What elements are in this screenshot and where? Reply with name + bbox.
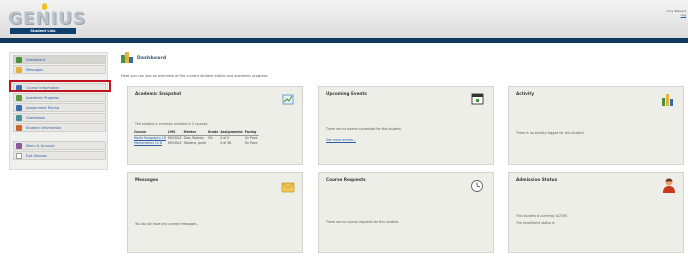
- dashboard-icon: [16, 56, 22, 63]
- page-title: Dashboard: [137, 56, 167, 61]
- nav-bar: [0, 38, 688, 43]
- activity-text: There is no activity logged for this stu…: [516, 131, 585, 135]
- sidebar-item-label: Exit Session: [26, 153, 48, 158]
- sidebar: Dashboard Messages Course Information Ac…: [9, 52, 108, 170]
- activity-panel: Activity There is no activity logged for…: [508, 86, 684, 165]
- grade-icon: [16, 114, 22, 121]
- snapshot-icon: [282, 94, 294, 105]
- admission-status-panel: Admission Status This student is current…: [508, 172, 684, 253]
- sidebar-item-label: Messages: [26, 67, 44, 72]
- bar-chart-icon: [662, 94, 673, 106]
- events-text: There are no events scheduled for this s…: [326, 127, 402, 131]
- courses-table: Course LMS Mentor Grade Assignments Paci…: [134, 130, 260, 145]
- app-logo[interactable]: GENIUS Student Link: [8, 3, 85, 35]
- app-header: GENIUS Student Link Cory Stewart Log: [0, 0, 688, 38]
- sidebar-item-menu-account[interactable]: Menu & Account: [13, 141, 106, 150]
- account-icon: [16, 142, 22, 149]
- user-box: Cory Stewart Log: [644, 9, 686, 17]
- sidebar-item-academic-progress[interactable]: Academic Progress: [13, 93, 106, 102]
- requests-text: There are no course requests for this st…: [326, 220, 400, 224]
- sidebar-item-assignment-pacing[interactable]: Assignment Pacing: [13, 103, 106, 112]
- messages-text: You do not have any unread messages.: [135, 222, 198, 226]
- admission-line-1: This student is currently ACTIVE.: [516, 214, 569, 218]
- course-requests-panel: Course Requests There are no course requ…: [318, 172, 494, 253]
- course-link[interactable]: Mathematics 10 B: [134, 140, 168, 145]
- sidebar-item-label: Dashboard: [26, 57, 45, 62]
- sidebar-item-dashboard[interactable]: Dashboard: [13, 55, 106, 64]
- course-link[interactable]: World Geography 1B: [134, 135, 168, 140]
- sidebar-item-student-information[interactable]: Student Information: [13, 123, 106, 132]
- sidebar-item-exit-session[interactable]: Exit Session: [13, 151, 106, 160]
- calendar-icon: [471, 93, 484, 105]
- panel-title: Activity: [516, 91, 535, 96]
- cell-pacing: On Pace: [244, 140, 258, 145]
- cell-assignments: 0 of 36: [220, 140, 232, 145]
- highlight-box: [9, 80, 111, 92]
- cell-lms: MOODLE: [168, 136, 182, 140]
- person-icon: [16, 124, 22, 131]
- person-icon: [663, 178, 675, 193]
- sidebar-item-label: Gradebook: [26, 115, 46, 120]
- sidebar-item-gradebook[interactable]: Gradebook: [13, 113, 106, 122]
- cell-pacing: On Pace: [244, 136, 258, 140]
- panel-title: Admission Status: [516, 177, 558, 182]
- clock-icon: [471, 180, 483, 192]
- sidebar-item-label: Assignment Pacing: [26, 105, 60, 110]
- exit-icon: [16, 152, 22, 159]
- cell-grade: [208, 140, 220, 145]
- sidebar-item-label: Student Information: [26, 125, 62, 130]
- envelope-icon: [16, 66, 22, 73]
- cell-lms: MOODLE: [168, 140, 182, 145]
- panel-title: Course Requests: [326, 177, 366, 182]
- logo-subtitle: Student Link: [10, 28, 76, 34]
- upcoming-events-panel: Upcoming Events There are no events sche…: [318, 86, 494, 165]
- chart-icon: [16, 94, 22, 101]
- clock-icon: [16, 104, 22, 111]
- page-intro: Here you can see an overview of the curr…: [121, 74, 269, 78]
- panel-title: Upcoming Events: [326, 91, 367, 96]
- academic-snapshot-panel: Academic Snapshot The student is current…: [127, 86, 303, 165]
- panel-title: Academic Snapshot: [135, 91, 182, 96]
- logout-link[interactable]: Log: [644, 13, 686, 17]
- logo-text: GENIUS: [8, 9, 87, 29]
- sidebar-item-label: Menu & Account: [26, 143, 55, 148]
- cell-mentor: Stevens, Janet: [183, 140, 206, 145]
- sidebar-item-label: Academic Progress: [26, 95, 60, 100]
- admission-line-2: The enrollment status is: [516, 221, 555, 225]
- table-row: Mathematics 10 B MOODLE Stevens, Janet 0…: [134, 140, 259, 145]
- envelope-icon: [281, 182, 295, 193]
- sidebar-item-messages[interactable]: Messages: [13, 65, 106, 74]
- panel-title: Messages: [135, 177, 159, 182]
- enrollment-text: The student is currently enrolled in 2 c…: [135, 122, 209, 126]
- see-more-events-link[interactable]: See more events...: [326, 138, 356, 142]
- messages-panel: Messages You do not have any unread mess…: [127, 172, 303, 253]
- dashboard-icon: [121, 52, 133, 63]
